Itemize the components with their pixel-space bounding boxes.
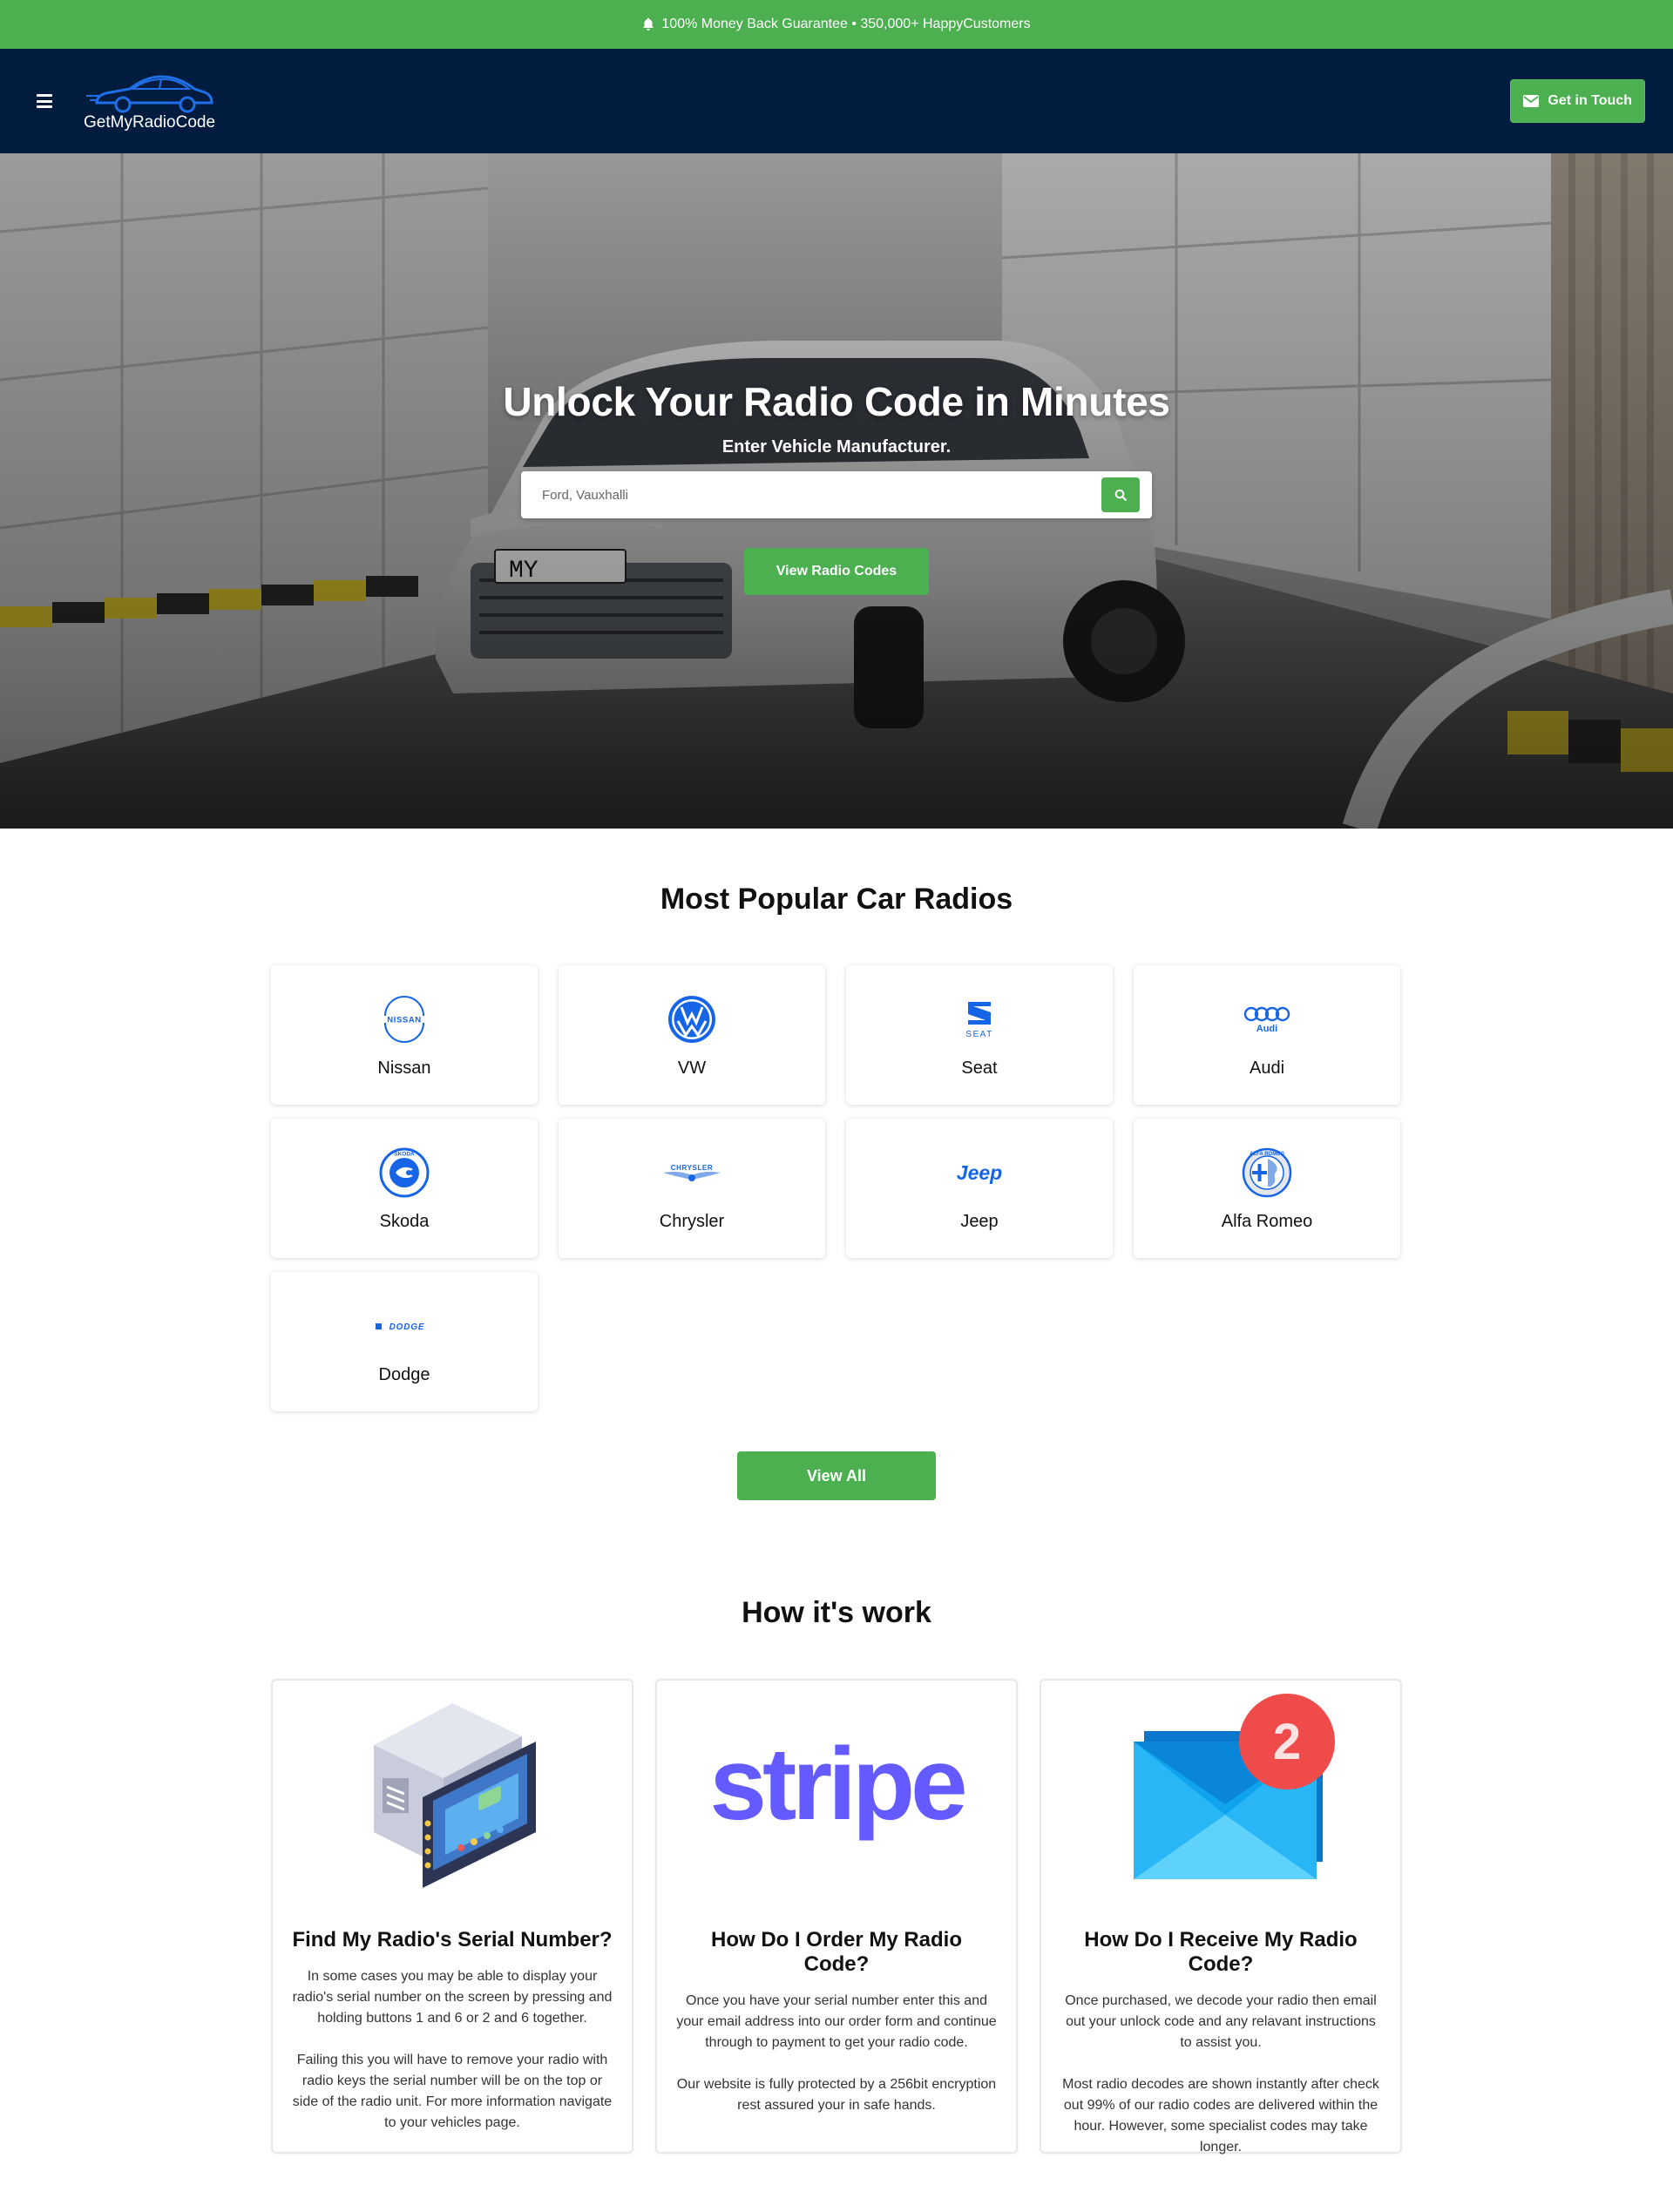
how-card-serial: Find My Radio's Serial Number? In some c… <box>271 1679 633 2154</box>
chrysler-logo-icon: CHRYSLER <box>661 1146 722 1200</box>
vw-logo-icon <box>666 992 718 1046</box>
logo-text: GetMyRadioCode <box>84 113 216 132</box>
brand-card-audi[interactable]: Audi Audi <box>1134 965 1400 1105</box>
svg-text:DODGE: DODGE <box>389 1322 425 1332</box>
popular-section-title: Most Popular Car Radios <box>660 883 1013 916</box>
get-in-touch-button[interactable]: Get in Touch <box>1510 79 1645 123</box>
hamburger-menu-icon[interactable] <box>37 94 52 108</box>
brand-name: VW <box>677 1058 707 1078</box>
brand-card-dodge[interactable]: DODGE Dodge <box>271 1272 538 1411</box>
view-all-wrapper: View All <box>0 1451 1673 1500</box>
site-header: GetMyRadioCode Get in Touch <box>0 49 1673 153</box>
announcement-text: 100% Money Back Guarantee • 350,000+ Hap… <box>661 17 1031 31</box>
jeep-logo-icon: Jeep <box>949 1146 1010 1200</box>
how-it-works-section: How it's work Find My Radio's Serial Num… <box>0 1500 1673 2155</box>
popular-radios-section: Most Popular Car Radios NISSAN Nissan VW… <box>0 829 1673 1500</box>
svg-text:NISSAN: NISSAN <box>387 1015 422 1025</box>
how-card-text: Failing this you will have to remove you… <box>292 2053 613 2130</box>
brand-card-vw[interactable]: VW <box>559 965 825 1105</box>
search-icon <box>1114 489 1127 501</box>
search-button[interactable] <box>1101 477 1140 512</box>
announcement-bar: 100% Money Back Guarantee • 350,000+ Hap… <box>0 0 1673 49</box>
header-left: GetMyRadioCode <box>37 70 215 132</box>
manufacturer-search-box <box>521 471 1152 518</box>
brand-name: Chrysler <box>659 1211 725 1231</box>
alfa-romeo-logo-icon: ALFA ROMEO <box>1241 1146 1293 1200</box>
hero-subtitle: Enter Vehicle Manufacturer. <box>721 437 952 457</box>
envelope-icon <box>1523 95 1540 107</box>
brand-grid: NISSAN Nissan VW SEAT Seat Audi Audi SKO… <box>271 965 1402 1411</box>
how-card-text: Once purchased, we decode your radio the… <box>1065 1993 1377 2050</box>
audi-logo-icon: Audi <box>1241 992 1293 1046</box>
car-radio-icon <box>292 1693 613 1893</box>
how-card-order: stripe How Do I Order My Radio Code? Onc… <box>655 1679 1018 2154</box>
view-radio-codes-button[interactable]: View Radio Codes <box>744 548 929 595</box>
brand-card-jeep[interactable]: Jeep Jeep <box>846 1119 1113 1258</box>
seat-logo-icon: SEAT <box>953 992 1006 1046</box>
view-all-button[interactable]: View All <box>737 1451 936 1500</box>
site-logo[interactable]: GetMyRadioCode <box>84 70 215 132</box>
how-card-text: Most radio decodes are shown instantly a… <box>1062 2077 1379 2155</box>
svg-text:SEAT: SEAT <box>965 1030 992 1039</box>
brand-name: Jeep <box>960 1211 999 1231</box>
brand-card-chrysler[interactable]: CHRYSLER Chrysler <box>559 1119 825 1258</box>
how-card-text: Once you have your serial number enter t… <box>676 1993 997 2050</box>
svg-text:stripe: stripe <box>709 1732 965 1842</box>
how-card-receive: 2 How Do I Receive My Radio Code? Once p… <box>1040 1679 1402 2155</box>
how-card-text: Our website is fully protected by a 256b… <box>676 2077 997 2113</box>
how-card-title: How Do I Receive My Radio Code? <box>1084 1928 1358 1976</box>
how-card-text: In some cases you may be able to display… <box>292 1969 613 2026</box>
hero-section: MY Unlock Your Radio Code in Minutes Ent… <box>0 153 1673 829</box>
get-in-touch-label: Get in Touch <box>1548 93 1632 108</box>
bell-icon <box>643 17 654 30</box>
stripe-logo-icon: stripe <box>676 1693 997 1893</box>
brand-card-skoda[interactable]: SKODA Skoda <box>271 1119 538 1258</box>
brand-card-nissan[interactable]: NISSAN Nissan <box>271 965 538 1105</box>
svg-text:CHRYSLER: CHRYSLER <box>671 1164 714 1172</box>
how-card-title: Find My Radio's Serial Number? <box>292 1928 613 1952</box>
brand-name: Nissan <box>377 1058 431 1078</box>
brand-name: Skoda <box>379 1211 430 1231</box>
car-logo-icon <box>85 75 213 113</box>
svg-text:SKODA: SKODA <box>394 1151 415 1157</box>
how-grid: Find My Radio's Serial Number? In some c… <box>271 1679 1402 2155</box>
brand-name: Alfa Romeo <box>1221 1211 1313 1231</box>
svg-text:ALFA ROMEO: ALFA ROMEO <box>1250 1152 1284 1157</box>
manufacturer-search-input[interactable] <box>542 487 1101 503</box>
brand-card-alfa-romeo[interactable]: ALFA ROMEO Alfa Romeo <box>1134 1119 1400 1258</box>
notification-badge-count: 2 <box>1273 1714 1301 1770</box>
how-section-title: How it's work <box>742 1596 931 1629</box>
email-notification-icon: 2 <box>1060 1693 1381 1893</box>
brand-name: Audi <box>1249 1058 1285 1078</box>
brand-name: Seat <box>961 1058 998 1078</box>
hero-content: Unlock Your Radio Code in Minutes Enter … <box>0 378 1673 595</box>
brand-card-seat[interactable]: SEAT Seat <box>846 965 1113 1105</box>
svg-text:Audi: Audi <box>1256 1024 1277 1034</box>
dodge-logo-icon: DODGE <box>374 1299 435 1353</box>
svg-text:Jeep: Jeep <box>957 1161 1002 1184</box>
nissan-logo-icon: NISSAN <box>378 992 430 1046</box>
hero-title: Unlock Your Radio Code in Minutes <box>503 379 1170 424</box>
how-card-title: How Do I Order My Radio Code? <box>710 1928 963 1976</box>
skoda-logo-icon: SKODA <box>378 1146 430 1200</box>
brand-name: Dodge <box>378 1364 430 1384</box>
